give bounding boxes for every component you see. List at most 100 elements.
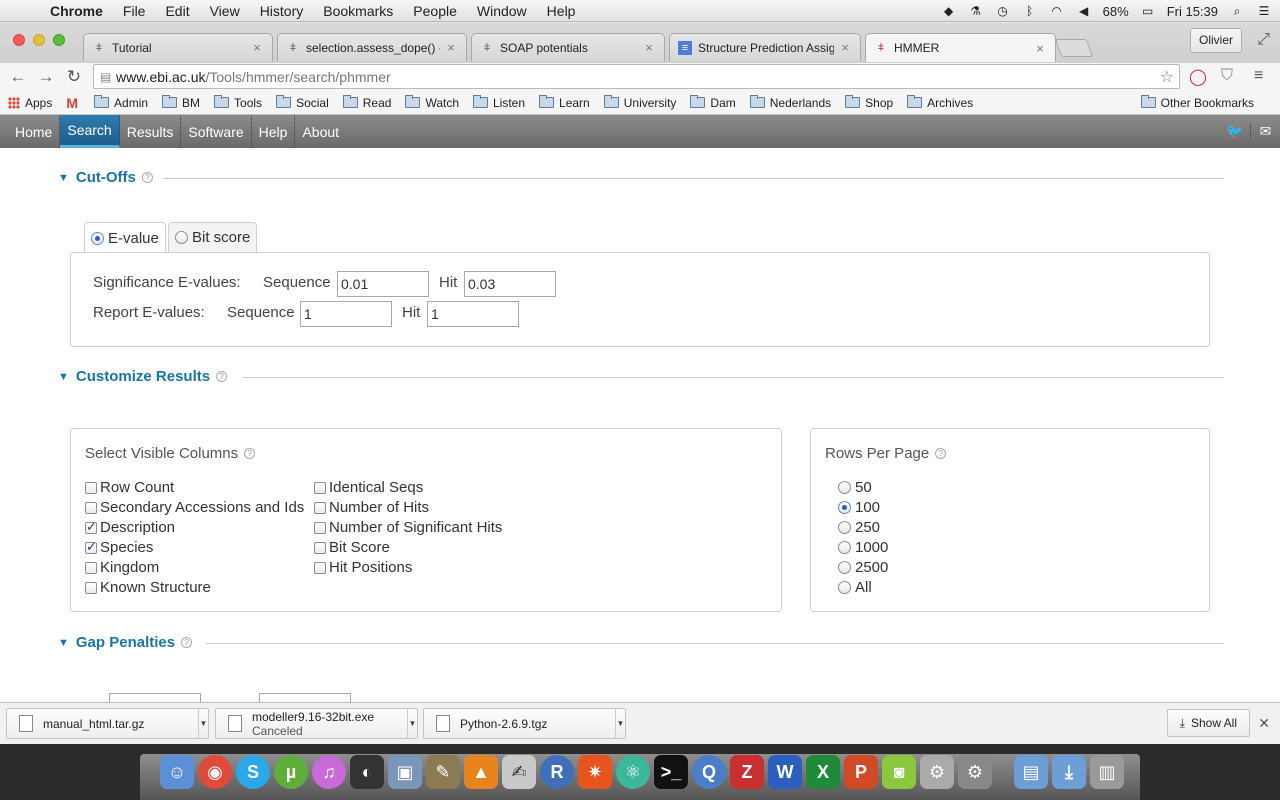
tab-close-icon[interactable]: × xyxy=(642,40,656,55)
column-bit-score[interactable]: Bit Score xyxy=(314,539,390,556)
gap-extend-input[interactable] xyxy=(259,693,351,702)
nav-help[interactable]: Help xyxy=(252,115,296,148)
download-item[interactable]: Python-2.6.9.tgz ▼ xyxy=(423,708,626,739)
tab-close-icon[interactable]: × xyxy=(1033,41,1047,56)
bookmark-apps[interactable]: Apps xyxy=(8,96,52,110)
menu-view[interactable]: View xyxy=(200,3,250,19)
opera-extension-icon[interactable]: ◯ xyxy=(1189,67,1207,87)
spotlight-search-icon[interactable]: ⌕ xyxy=(1229,4,1245,18)
menu-help[interactable]: Help xyxy=(537,3,586,19)
checkbox[interactable] xyxy=(314,481,326,494)
checkbox[interactable] xyxy=(85,539,97,555)
help-icon[interactable]: ? xyxy=(216,371,228,382)
android-icon[interactable]: ◙ xyxy=(882,755,916,789)
bookmark-folder-bm[interactable]: BM xyxy=(162,95,200,110)
bookmark-folder-archives[interactable]: Archives xyxy=(907,95,973,110)
bookmark-folder-social[interactable]: Social xyxy=(276,95,329,110)
rows-option-all[interactable]: All xyxy=(838,579,872,596)
checkbox[interactable] xyxy=(85,561,97,574)
column-known-structure[interactable]: Known Structure xyxy=(85,579,211,596)
bookmark-folder-university[interactable]: University xyxy=(603,95,676,110)
battery-percent[interactable]: 68% xyxy=(1103,4,1129,19)
download-item[interactable]: manual_html.tar.gz ▼ xyxy=(6,708,209,739)
quicktime-icon[interactable]: Q xyxy=(692,755,726,789)
tab-structure-prediction[interactable]: ≡ Structure Prediction Assign × xyxy=(669,33,861,61)
page-info-icon[interactable]: ▤ xyxy=(100,70,116,84)
window-zoom-icon[interactable] xyxy=(53,34,65,46)
bookmark-folder-learn[interactable]: Learn xyxy=(539,95,590,110)
rep-sequence-input[interactable] xyxy=(300,301,392,327)
itunes-icon[interactable]: ♫ xyxy=(312,755,346,789)
bookmark-folder-shop[interactable]: Shop xyxy=(845,95,893,110)
chrome-menu-icon[interactable]: ≡ xyxy=(1254,67,1263,85)
radio[interactable] xyxy=(838,501,851,514)
help-icon[interactable]: ? xyxy=(244,448,256,459)
bluetooth-icon[interactable]: ᛒ xyxy=(1022,4,1038,18)
checkbox[interactable] xyxy=(85,481,97,494)
system-preferences-icon[interactable]: ⚙ xyxy=(958,755,992,789)
utility-icon[interactable]: ⚙ xyxy=(920,755,954,789)
rows-option-250[interactable]: 250 xyxy=(838,519,880,536)
nav-about[interactable]: About xyxy=(295,115,346,148)
skype-icon[interactable]: S xyxy=(236,755,270,789)
column-row-count[interactable]: Row Count xyxy=(85,479,174,496)
gap-penalties-section-header[interactable]: ▼ Gap Penalties ? xyxy=(58,634,193,651)
checkbox[interactable] xyxy=(85,519,97,535)
menu-bookmarks[interactable]: Bookmarks xyxy=(313,3,403,19)
download-menu-icon[interactable]: ▼ xyxy=(615,708,625,739)
download-item[interactable]: modeller9.16-32bit.exe Canceled ▼ xyxy=(215,708,418,739)
close-downloads-icon[interactable]: ✕ xyxy=(1258,715,1270,732)
column-description[interactable]: Description xyxy=(85,519,175,536)
help-icon[interactable]: ? xyxy=(181,637,193,648)
menu-edit[interactable]: Edit xyxy=(155,3,199,19)
column-kingdom[interactable]: Kingdom xyxy=(85,559,159,576)
battery-icon[interactable]: ▭ xyxy=(1140,4,1156,18)
word-icon[interactable]: W xyxy=(768,755,802,789)
trash-icon[interactable]: ▥ xyxy=(1090,755,1124,789)
menu-file[interactable]: File xyxy=(113,3,156,19)
bookmark-folder-watch[interactable]: Watch xyxy=(405,95,459,110)
zotero-icon[interactable]: Z xyxy=(730,755,764,789)
bookmark-folder-admin[interactable]: Admin xyxy=(94,95,148,110)
cutoffs-section-header[interactable]: ▼ Cut-Offs ? xyxy=(58,169,153,186)
preview-icon[interactable]: ▣ xyxy=(388,755,422,789)
bookmark-folder-read[interactable]: Read xyxy=(342,95,391,110)
twitter-icon[interactable]: 🐦 xyxy=(1220,123,1250,140)
terminal-icon[interactable]: >_ xyxy=(654,755,688,789)
tab-selection-assess[interactable]: ǂ selection.assess_dope() -- × xyxy=(277,33,467,61)
email-icon[interactable]: ✉ xyxy=(1250,123,1280,140)
evalue-radio[interactable] xyxy=(91,231,104,245)
show-all-downloads-button[interactable]: ⤓ Show All xyxy=(1166,709,1250,737)
powerpoint-icon[interactable]: P xyxy=(844,755,878,789)
download-menu-icon[interactable]: ▼ xyxy=(407,708,417,739)
rep-hit-input[interactable] xyxy=(427,301,519,327)
rows-option-50[interactable]: 50 xyxy=(838,479,872,496)
tab-close-icon[interactable]: × xyxy=(444,40,458,55)
column-species[interactable]: Species xyxy=(85,539,153,556)
radio[interactable] xyxy=(838,581,851,594)
checkbox[interactable] xyxy=(85,501,97,514)
fullscreen-icon[interactable]: ⤢ xyxy=(1257,31,1270,49)
nav-search[interactable]: Search xyxy=(60,115,120,148)
tab-evalue[interactable]: E-value xyxy=(84,222,166,253)
address-bar[interactable]: ▤ www.ebi.ac.uk/Tools/hmmer/search/phmme… xyxy=(93,64,1180,89)
clock[interactable]: Fri 15:39 xyxy=(1167,4,1218,19)
bookmark-folder-tools[interactable]: Tools xyxy=(214,95,262,110)
column-number-significant-hits[interactable]: Number of Significant Hits xyxy=(314,519,502,536)
menu-window[interactable]: Window xyxy=(467,3,537,19)
checkbox[interactable] xyxy=(85,581,97,594)
gap-open-input[interactable] xyxy=(109,693,201,702)
tab-bitscore[interactable]: Bit score xyxy=(168,222,258,252)
bookmark-folder-nederlands[interactable]: Nederlands xyxy=(749,95,831,110)
checkbox[interactable] xyxy=(314,541,326,554)
column-secondary-accessions[interactable]: Secondary Accessions and Ids xyxy=(85,499,304,516)
wifi-icon[interactable]: ◠ xyxy=(1049,4,1065,18)
forward-icon[interactable]: → xyxy=(32,67,60,87)
radio[interactable] xyxy=(838,541,851,554)
chrome-icon[interactable]: ◉ xyxy=(198,755,232,789)
checkbox[interactable] xyxy=(314,501,326,514)
excel-icon[interactable]: X xyxy=(806,755,840,789)
nav-home[interactable]: Home xyxy=(0,115,61,148)
customize-section-header[interactable]: ▼ Customize Results ? xyxy=(58,368,228,385)
checkbox[interactable] xyxy=(314,561,326,574)
